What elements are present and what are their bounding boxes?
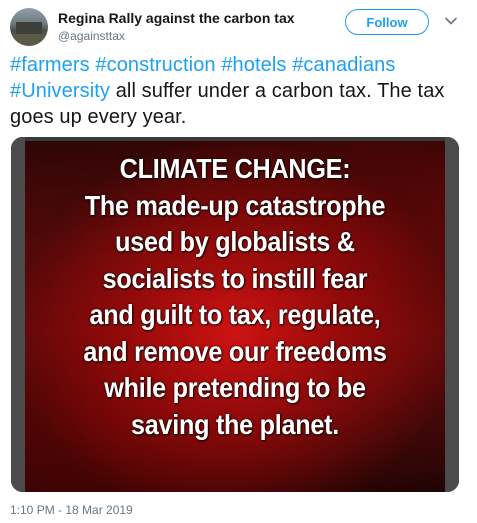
poster-line: socialists to instill fear <box>102 262 368 294</box>
tweet-timestamp[interactable]: 1:10 PM - 18 Mar 2019 <box>10 503 133 517</box>
tweet-image[interactable]: CLIMATE CHANGE: The made-up catastrophe … <box>11 137 459 492</box>
poster-frame <box>11 137 25 492</box>
tweet: Regina Rally against the carbon tax @aga… <box>0 0 477 523</box>
hashtag-link[interactable]: #farmers <box>10 54 90 76</box>
poster-line: used by globalists & <box>115 226 355 257</box>
poster-line: and remove our freedoms <box>83 335 387 367</box>
poster-text: CLIMATE CHANGE: The made-up catastrophe … <box>46 151 424 443</box>
hashtag-link[interactable]: #canadians <box>292 54 395 76</box>
avatar-ground <box>10 34 48 46</box>
user-handle[interactable]: @againsttax <box>58 29 125 43</box>
poster-frame <box>11 137 459 141</box>
poster-frame <box>445 137 459 492</box>
poster-line: while pretending to be <box>104 372 366 403</box>
follow-button[interactable]: Follow <box>345 9 429 35</box>
hashtag-link[interactable]: #hotels <box>221 54 286 76</box>
poster-line: The made-up catastrophe <box>84 189 386 221</box>
display-name[interactable]: Regina Rally against the carbon tax <box>58 10 295 26</box>
avatar[interactable] <box>10 8 48 46</box>
hashtag-link[interactable]: #construction <box>95 54 215 76</box>
tweet-text: #farmers #construction #hotels #canadian… <box>10 52 470 130</box>
poster-line: saving the planet. <box>130 408 339 440</box>
hashtag-link[interactable]: #University <box>10 80 110 102</box>
chevron-down-icon[interactable] <box>444 14 458 28</box>
poster-line: and guilt to tax, regulate, <box>89 299 381 330</box>
poster-title: CLIMATE CHANGE: <box>119 153 351 184</box>
